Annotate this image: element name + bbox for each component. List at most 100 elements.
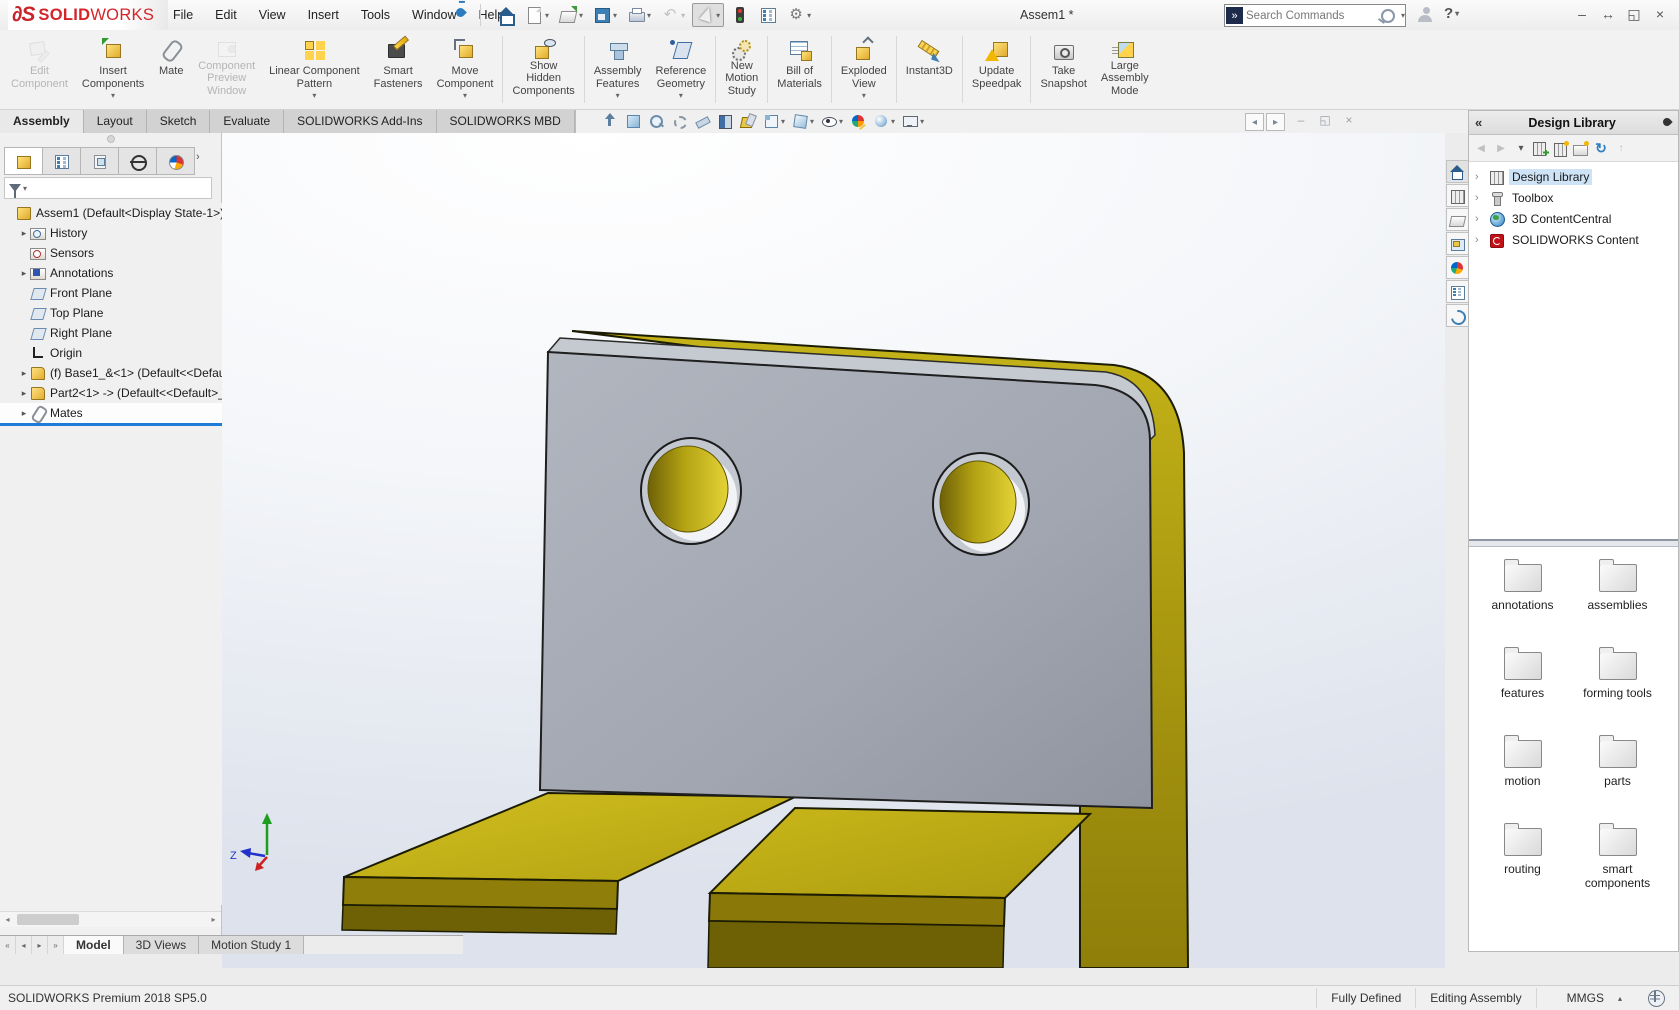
tree-item-assem1-default-displa[interactable]: Assem1 (Default<Display State-1>) (0, 203, 222, 223)
expand-chevron-icon[interactable]: › (1475, 171, 1489, 183)
expand-chevron-icon[interactable]: › (1475, 192, 1489, 204)
view-settings-button[interactable]: ▾ (900, 112, 926, 130)
ribbon-linear-component-pattern-button[interactable]: Linear ComponentPattern▾ (262, 32, 367, 107)
edit-appearance-button[interactable] (848, 112, 868, 130)
menu-insert[interactable]: Insert (297, 3, 350, 27)
tab-solidworks-mbd[interactable]: SOLIDWORKS MBD (437, 110, 575, 133)
ribbon-instant3d-button[interactable]: Instant3D (899, 32, 960, 107)
task-pane-collapse-button[interactable]: « (1475, 115, 1482, 130)
library-folder-features[interactable]: features (1475, 644, 1570, 732)
reference-geometry-dropdown-icon[interactable]: ▾ (679, 91, 683, 100)
zoom-area-button[interactable] (646, 112, 666, 130)
graphics-restore-button[interactable]: ◱ (1317, 113, 1333, 127)
window-resize-button[interactable]: ↔ (1595, 3, 1621, 25)
exploded-view-dropdown-icon[interactable]: ▾ (862, 91, 866, 100)
view-settings-dropdown-icon[interactable]: ▾ (920, 117, 924, 126)
taskpane-tab-design-library[interactable] (1446, 184, 1469, 207)
save-dropdown-icon[interactable]: ▾ (613, 11, 617, 20)
qat-save-button[interactable]: ▾ (590, 4, 620, 26)
tree-horizontal-scrollbar[interactable]: ◂ ▸ (0, 911, 221, 927)
tab-assembly[interactable]: Assembly (0, 110, 84, 133)
library-item-3d-contentcentral[interactable]: ›3D ContentCentral (1469, 208, 1678, 229)
zoom-to-fit-button[interactable] (623, 112, 643, 130)
model-left-prong-front[interactable] (343, 877, 618, 909)
panel-splitter-handle[interactable] (0, 133, 221, 145)
model-hole-left[interactable] (641, 438, 741, 544)
history-dropdown-button[interactable]: ▾ (1513, 139, 1529, 157)
tab-sketch[interactable]: Sketch (147, 110, 211, 133)
zoom-to-fit-arrow-button[interactable] (600, 112, 620, 130)
settings-dropdown-icon[interactable]: ▾ (807, 11, 811, 20)
ribbon-assembly-features-button[interactable]: AssemblyFeatures▾ (587, 32, 649, 107)
model-hole-right[interactable] (933, 453, 1029, 555)
scroll-right-button[interactable]: ▸ (206, 915, 221, 924)
magnifier-button[interactable] (669, 112, 689, 130)
ribbon-smart-fasteners-button[interactable]: SmartFasteners (367, 32, 430, 107)
taskpane-tab-file-explorer[interactable] (1446, 208, 1469, 231)
expander-icon[interactable]: ▸ (18, 368, 30, 379)
view-orientation-button[interactable]: ▾ (761, 112, 787, 130)
help-button[interactable]: ?▾ (1444, 5, 1459, 22)
library-item-toolbox[interactable]: ›Toolbox (1469, 187, 1678, 208)
tree-item-history[interactable]: ▸History (0, 223, 222, 243)
library-folder-forming-tools[interactable]: forming tools (1570, 644, 1665, 732)
section-view-button[interactable] (715, 112, 735, 130)
scrollbar-track[interactable] (15, 913, 206, 926)
panel-tab-featuremanager[interactable] (4, 147, 43, 175)
hide-show-items-button[interactable]: ▾ (819, 112, 845, 130)
tree-item-mates[interactable]: ▸Mates (0, 403, 222, 426)
tree-filter-box[interactable]: ▾ (4, 177, 212, 199)
window-restore-button[interactable]: ◱ (1621, 3, 1647, 25)
insert-components-dropdown-icon[interactable]: ▾ (111, 91, 115, 100)
task-pane-pin-icon[interactable] (1662, 118, 1672, 128)
tree-item-f-base1-1-defaul[interactable]: ▸(f) Base1_&<1> (Default<<Defaul (0, 363, 222, 383)
linear-pattern-dropdown-icon[interactable]: ▾ (312, 91, 316, 100)
library-folder-parts[interactable]: parts (1570, 732, 1665, 820)
units-selector[interactable]: MMGS (1536, 988, 1610, 1008)
ribbon-reference-geometry-button[interactable]: ReferenceGeometry▾ (649, 32, 714, 107)
refresh-button[interactable]: ↻ (1593, 139, 1609, 157)
menu-tools[interactable]: Tools (350, 3, 401, 27)
previous-view-button[interactable] (692, 112, 712, 130)
qat-select-button[interactable]: ▾ (692, 3, 724, 27)
ribbon-mate-button[interactable]: Mate (151, 32, 191, 107)
taskpane-tab-solidworks-resources[interactable] (1446, 304, 1469, 327)
menu-file[interactable]: File (162, 3, 204, 27)
move-component-dropdown-icon[interactable]: ▾ (463, 91, 467, 100)
create-new-folder-button[interactable] (1573, 139, 1589, 157)
add-to-library-button[interactable] (1533, 139, 1549, 157)
panel-tab-displaymanager[interactable] (157, 147, 195, 175)
model-left-prong-top[interactable] (344, 793, 795, 881)
taskpane-tab-view-palette[interactable] (1446, 232, 1469, 255)
expand-chevron-icon[interactable]: › (1475, 234, 1489, 246)
search-icon[interactable] (1381, 9, 1395, 23)
tree-item-sensors[interactable]: Sensors (0, 243, 222, 263)
apply-scene-button[interactable]: ▾ (871, 112, 897, 130)
qat-open-button[interactable]: ▾ (556, 4, 586, 26)
model-right-prong-top[interactable] (710, 808, 1090, 898)
window-close-button[interactable]: × (1647, 3, 1673, 25)
model-left-prong-bottom[interactable] (342, 905, 617, 934)
search-input[interactable] (1244, 10, 1381, 22)
view-orientation-dropdown-icon[interactable]: ▾ (781, 117, 785, 126)
study-nav-2-button[interactable]: ▸ (32, 936, 48, 954)
expander-icon[interactable]: ▸ (18, 228, 30, 239)
doc-tab-motion-study-1[interactable]: Motion Study 1 (199, 936, 304, 954)
tab-evaluate[interactable]: Evaluate (210, 110, 284, 133)
expander-icon[interactable]: ▸ (18, 408, 30, 419)
library-folder-assemblies[interactable]: assemblies (1570, 556, 1665, 644)
qat-undo-button[interactable]: ↶▾ (658, 4, 688, 26)
add-file-location-button[interactable] (1553, 139, 1569, 157)
expander-icon[interactable]: ▸ (18, 388, 30, 399)
taskpane-tab-home[interactable] (1446, 160, 1469, 183)
tab-solidworks-add-ins[interactable]: SOLIDWORKS Add-Ins (284, 110, 436, 133)
qat-rebuild-button[interactable] (728, 4, 752, 26)
panel-tab-dimxpertmanager[interactable] (119, 147, 157, 175)
graphics-viewport[interactable]: Z (222, 133, 1445, 968)
tree-item-right-plane[interactable]: Right Plane (0, 323, 222, 343)
library-folder-smart-components[interactable]: smart components (1570, 820, 1665, 908)
pane-next-button[interactable]: ▸ (1266, 113, 1285, 131)
window-minimize-button[interactable]: – (1569, 3, 1595, 25)
taskpane-tab-custom-properties[interactable] (1446, 280, 1469, 303)
ribbon-update-speedpak-button[interactable]: UpdateSpeedpak (965, 32, 1029, 107)
